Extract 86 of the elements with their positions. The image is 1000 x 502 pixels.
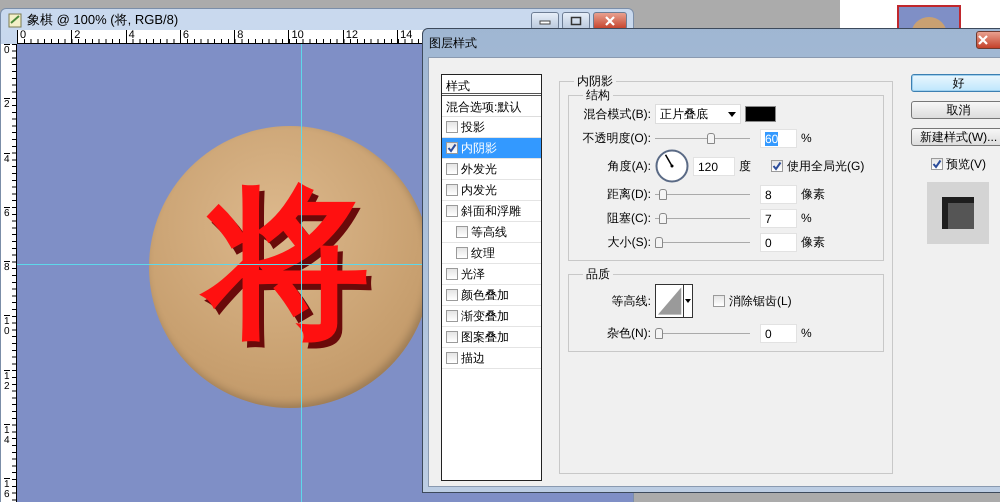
slider[interactable] — [655, 211, 750, 225]
unit-label: % — [801, 210, 812, 227]
contour-picker[interactable] — [655, 284, 693, 318]
slider[interactable] — [655, 326, 750, 340]
ruler-label: 2 — [4, 98, 10, 153]
input-field[interactable]: 8 — [760, 184, 797, 204]
group-title: 结构 — [585, 88, 611, 102]
unit-label: 度 — [739, 158, 751, 175]
caret-icon — [728, 112, 736, 116]
square-drawing — [942, 197, 974, 229]
ruler-label: 12 — [4, 370, 10, 424]
field-label: 杂色(N): — [606, 325, 651, 342]
input-field[interactable]: 0 — [760, 232, 797, 252]
dialog-button[interactable]: 好 — [911, 74, 1000, 92]
checkbox[interactable] — [771, 160, 783, 172]
window-title: 象棋 @ 100% (将, RGB/8) — [27, 10, 178, 29]
section-title: 内阴影 — [576, 74, 614, 88]
style-item[interactable]: 等高线 — [442, 222, 541, 243]
checkbox-label: 使用全局光(G) — [787, 158, 864, 175]
field-label: 角度(A): — [606, 158, 651, 175]
style-item[interactable]: 颜色叠加 — [442, 285, 541, 306]
checkbox-label: 预览(V) — [946, 156, 986, 173]
field-label: 阻塞(C): — [606, 210, 651, 227]
field-label: 距离(D): — [606, 186, 651, 203]
field-label: 等高线: — [610, 293, 651, 310]
slider-thumb[interactable] — [655, 237, 663, 248]
ruler-label: 0 — [4, 44, 10, 98]
ruler-label: 16 — [4, 478, 10, 502]
checkbox[interactable] — [446, 352, 458, 364]
checkbox[interactable] — [931, 158, 943, 170]
input-field[interactable]: 120 — [693, 156, 735, 176]
unit-label: % — [801, 130, 812, 147]
caret-icon — [685, 299, 692, 303]
field-label: 不透明度(O): — [581, 130, 651, 147]
checkbox[interactable] — [446, 310, 458, 322]
checkbox[interactable] — [446, 184, 458, 196]
ruler-label: 6 — [4, 206, 10, 262]
dropdown[interactable]: 正片叠底 — [655, 104, 741, 124]
close-icon — [604, 16, 616, 26]
group-title: 品质 — [585, 267, 611, 281]
maximize-icon — [570, 16, 582, 26]
dialog-button[interactable]: 新建样式(W)... — [911, 128, 1000, 146]
style-item[interactable]: 内发光 — [442, 180, 541, 201]
slider-thumb[interactable] — [655, 328, 663, 339]
checkbox[interactable] — [456, 226, 468, 238]
slider[interactable] — [655, 235, 750, 249]
styles-header: 样式 — [442, 75, 541, 96]
input-field[interactable]: 7 — [760, 208, 797, 228]
ruler-label: 14 — [4, 424, 10, 478]
checkbox[interactable] — [446, 331, 458, 343]
document-icon — [7, 12, 23, 28]
slider-thumb[interactable] — [707, 133, 716, 144]
checkbox[interactable] — [713, 295, 725, 307]
dialog-button[interactable]: 取消 — [911, 101, 1000, 119]
list-item[interactable]: 混合选项:默认 — [442, 96, 541, 117]
style-item[interactable]: 图案叠加 — [442, 327, 541, 348]
angle-dial[interactable] — [655, 149, 689, 183]
color-swatch[interactable] — [745, 106, 776, 122]
close-icon — [977, 35, 989, 45]
slider[interactable] — [655, 187, 750, 201]
checkbox[interactable] — [446, 268, 458, 280]
style-item[interactable]: 外发光 — [442, 159, 541, 180]
checkbox[interactable] — [446, 163, 458, 175]
input-field[interactable]: 0 — [760, 324, 797, 342]
slider[interactable] — [655, 131, 750, 145]
field-label: 混合模式(B): — [582, 106, 651, 123]
checkbox[interactable] — [446, 121, 458, 133]
style-item[interactable]: 斜面和浮雕 — [442, 201, 541, 222]
unit-label: 像素 — [801, 234, 825, 251]
checkbox[interactable] — [446, 205, 458, 217]
slider-thumb[interactable] — [659, 213, 668, 224]
ruler-label: 10 — [4, 315, 10, 370]
checkbox[interactable] — [446, 142, 458, 154]
style-item[interactable]: 渐变叠加 — [442, 306, 541, 327]
field-label: 大小(S): — [606, 234, 651, 251]
ruler-label: 8 — [4, 261, 10, 316]
checkbox-label: 消除锯齿(L) — [729, 293, 792, 310]
style-item[interactable]: 描边 — [442, 348, 541, 369]
ruler-label: 4 — [4, 152, 10, 207]
style-item[interactable]: 纹理 — [442, 243, 541, 264]
unit-label: 像素 — [801, 186, 825, 203]
checkbox[interactable] — [446, 289, 458, 301]
unit-label: % — [801, 325, 812, 342]
slider-thumb[interactable] — [659, 189, 668, 200]
style-item[interactable]: 光泽 — [442, 264, 541, 285]
checkbox[interactable] — [456, 247, 468, 259]
